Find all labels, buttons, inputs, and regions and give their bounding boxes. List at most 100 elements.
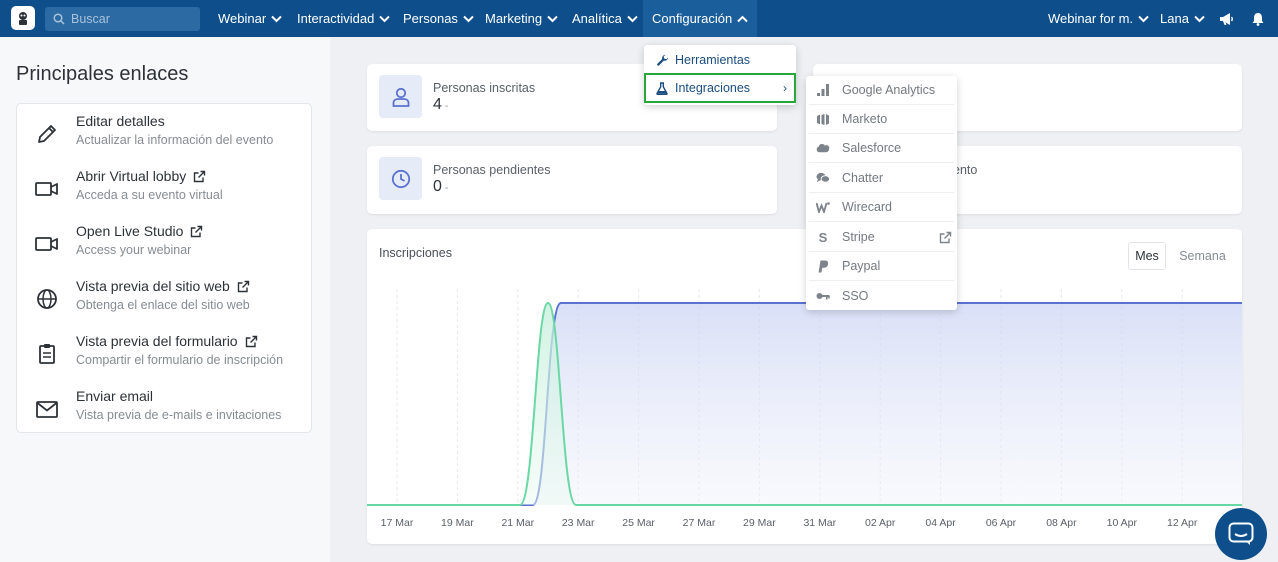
integration-sso[interactable]: SSO [809, 281, 954, 310]
x-tick-label: 21 Mar [501, 517, 535, 529]
logo-icon[interactable] [11, 6, 35, 30]
nav-label: Marketing [485, 11, 543, 26]
chevron-down-icon [627, 15, 638, 23]
menu-item-herramientas[interactable]: Herramientas [644, 45, 796, 75]
link-abrir-virtual-lobby[interactable]: Abrir Virtual lobby Acceda a su evento v… [17, 168, 311, 218]
bell-icon[interactable] [1252, 0, 1264, 37]
chevron-down-icon [463, 15, 474, 23]
x-tick-label: 31 Mar [803, 517, 837, 529]
x-tick-label: 19 Mar [441, 517, 474, 529]
nav-webinar[interactable]: Webinar [218, 0, 282, 37]
integration-label: Chatter [842, 171, 883, 185]
chat-bubbles-icon [816, 172, 830, 184]
chevron-up-icon [737, 15, 748, 23]
chevron-down-icon [1194, 15, 1205, 23]
configuracion-dropdown: Herramientas Integraciones › [644, 45, 796, 105]
stat-label: Personas pendientes [433, 163, 551, 177]
link-title: Vista previa del formulario [76, 333, 238, 349]
link-subtitle: Vista previa de e-mails e invitaciones [76, 408, 282, 422]
nav-interactividad[interactable]: Interactividad [297, 0, 391, 37]
link-vista-previa-sitio[interactable]: Vista previa del sitio web Obtenga el en… [17, 278, 311, 328]
stripe-icon: S [818, 229, 828, 245]
integration-salesforce[interactable]: Salesforce [809, 134, 954, 163]
external-link-icon [190, 225, 203, 238]
stat-number: 4 [433, 96, 442, 113]
link-enviar-email[interactable]: Enviar email Vista previa de e-mails e i… [17, 388, 311, 438]
integration-label: SSO [842, 288, 869, 303]
x-tick-label: 25 Mar [622, 517, 655, 529]
nav-label: Webinar [218, 11, 267, 26]
search-input[interactable] [71, 12, 191, 26]
globe-icon [35, 287, 59, 311]
link-title: Editar detalles [76, 113, 165, 129]
paypal-icon [816, 260, 830, 273]
x-tick-label: 04 Apr [925, 517, 956, 529]
x-tick-label: 27 Mar [682, 517, 716, 529]
integration-stripe[interactable]: S Stripe [809, 223, 954, 252]
link-editar-detalles[interactable]: Editar detalles Actualizar la informació… [17, 113, 311, 163]
stat-delta: - [444, 100, 449, 112]
chevron-down-icon [379, 15, 391, 23]
link-title-row: Open Live Studio [76, 223, 203, 239]
nav-configuracion[interactable]: Configuración [643, 0, 758, 37]
stat-card-pending: Personas pendientes 0- [367, 146, 777, 214]
chart-plot [367, 289, 1242, 506]
megaphone-icon[interactable] [1219, 0, 1234, 37]
nav-label: Configuración [652, 11, 733, 26]
envelope-icon [35, 397, 59, 421]
integration-wirecard[interactable]: Wirecard [809, 193, 954, 222]
x-tick-label: 02 Apr [865, 517, 896, 529]
link-title: Open Live Studio [76, 223, 184, 239]
nav-marketing[interactable]: Marketing [485, 0, 558, 37]
integration-label: Paypal [842, 259, 881, 273]
bar-chart-icon [816, 84, 830, 96]
chevron-right-icon: › [783, 81, 787, 95]
nav-analitica[interactable]: Analítica [572, 0, 638, 37]
x-tick-label: 12 Apr [1167, 517, 1198, 529]
search-box[interactable] [45, 7, 200, 31]
chevron-down-icon [1138, 15, 1149, 23]
nav-label: Interactividad [297, 11, 375, 26]
registrations-chart-card: Inscripciones Mes Semana 17 Mar 19 Mar 21 … [367, 229, 1242, 544]
link-title: Enviar email [76, 388, 154, 404]
link-title-row: Abrir Virtual lobby [76, 168, 206, 184]
x-tick-label: 08 Apr [1046, 517, 1077, 529]
external-link-icon [245, 335, 258, 348]
stat-number: 0 [433, 178, 442, 195]
integration-chatter[interactable]: Chatter [809, 164, 954, 193]
x-tick-label: 17 Mar [380, 517, 414, 529]
integration-google-analytics[interactable]: Google Analytics [809, 76, 954, 105]
link-subtitle: Actualizar la información del evento [76, 133, 274, 147]
user-name: Lana [1160, 11, 1189, 26]
nav-label: Analítica [572, 11, 622, 26]
link-vista-previa-formulario[interactable]: Vista previa del formulario Compartir el… [17, 333, 311, 383]
integration-marketo[interactable]: Marketo [809, 105, 954, 134]
event-selector[interactable]: Webinar for m. [1048, 0, 1149, 37]
link-title: Abrir Virtual lobby [76, 168, 187, 184]
external-link-icon [237, 280, 250, 293]
stat-value: 4- [433, 96, 449, 114]
x-tick-label: 23 Mar [561, 517, 595, 529]
stat-label: Personas inscritas [433, 81, 536, 95]
pencil-icon [35, 122, 59, 146]
link-open-live-studio[interactable]: Open Live Studio Access your webinar [17, 223, 311, 273]
external-link-icon [193, 170, 206, 183]
integration-paypal[interactable]: Paypal [809, 252, 954, 281]
stat-delta: - [444, 182, 449, 194]
link-title-row: Vista previa del sitio web [76, 278, 250, 294]
user-icon [379, 75, 422, 118]
link-subtitle: Obtenga el enlace del sitio web [76, 298, 250, 312]
user-menu[interactable]: Lana [1160, 0, 1205, 37]
video-camera-icon [35, 177, 59, 201]
nav-label: Personas [403, 11, 458, 26]
link-subtitle: Access your webinar [76, 243, 192, 257]
stat-value: 0- [433, 178, 449, 196]
menu-item-integraciones[interactable]: Integraciones › [644, 73, 796, 103]
nav-personas[interactable]: Personas [403, 0, 474, 37]
chat-launcher-button[interactable] [1215, 508, 1267, 560]
sidebar-title: Principales enlaces [16, 63, 189, 85]
video-camera-icon [35, 232, 59, 256]
wrench-icon [654, 54, 670, 67]
series-area-total [367, 303, 1242, 505]
event-name: Webinar for m. [1048, 11, 1134, 26]
